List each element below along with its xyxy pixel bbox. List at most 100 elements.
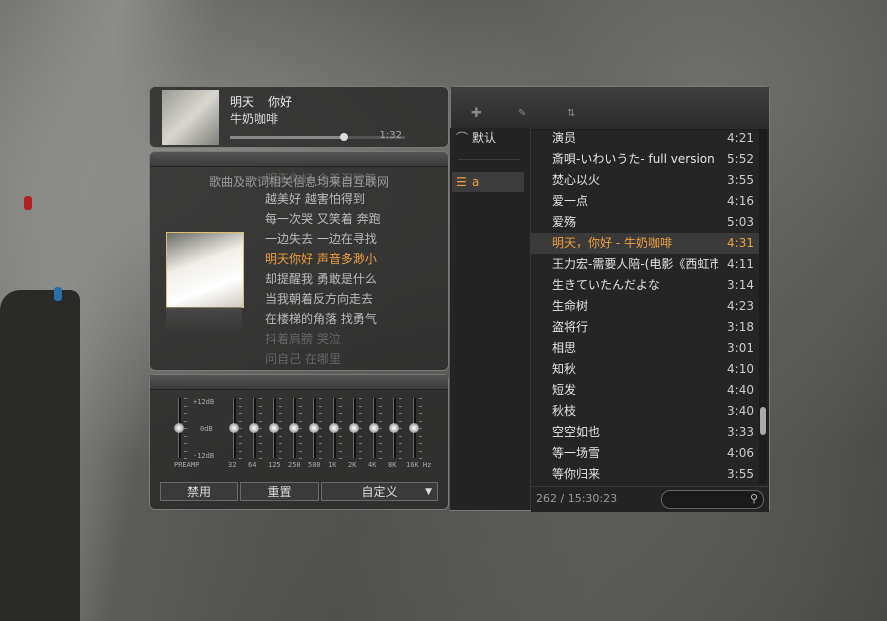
db-label-max: +12dB [193, 398, 215, 406]
eq-band-slider[interactable] [369, 398, 382, 459]
eq-preset-dropdown[interactable]: 自定义 ▼ [321, 482, 438, 501]
song-row[interactable]: 爱殇 5:03 [531, 212, 760, 233]
now-playing-title: 明天 你好 [230, 95, 293, 109]
lyric-line: 越美好 越害怕得到 [265, 192, 365, 206]
song-row[interactable]: 斎唄-いわいうた- full version 5:52 [531, 149, 760, 170]
song-row[interactable]: 空空如也 3:33 [531, 422, 760, 443]
eq-band-slider[interactable] [409, 398, 422, 459]
album-art [166, 232, 244, 308]
song-row[interactable]: 爱一点 4:16 [531, 191, 760, 212]
song-row[interactable]: 生きていたんだよな 3:14 [531, 275, 760, 296]
scrollbar-thumb[interactable] [760, 407, 766, 435]
song-duration: 3:14 [727, 278, 754, 292]
eq-band-slider[interactable] [309, 398, 322, 459]
song-duration: 3:33 [727, 425, 754, 439]
eq-band-label: 16K Hz [406, 461, 432, 469]
song-row[interactable]: 相思 3:01 [531, 338, 760, 359]
playlist-category-default[interactable]: ⌒ 默认 [452, 128, 496, 148]
progress-knob[interactable] [339, 133, 348, 141]
eq-band-label: 2K [348, 461, 357, 469]
playlist-footer: 262 / 15:30:23 ⚲ [531, 486, 769, 512]
lyrics-list: 明天你好 含着泪微笑 越美好 越害怕得到 每一次哭 又笑着 奔跑 一边失去 一边在寻找… [265, 169, 381, 369]
song-row[interactable]: 生命树 4:23 [531, 296, 760, 317]
eq-band-slider[interactable] [249, 398, 262, 459]
song-row[interactable]: 等一场雪 4:06 [531, 443, 760, 464]
song-title: 知秋 [552, 362, 577, 376]
eq-band-slider[interactable] [349, 398, 362, 459]
song-duration: 3:55 [727, 467, 754, 481]
db-label-min: -12dB [193, 452, 215, 460]
eq-band-slider[interactable] [269, 398, 282, 459]
song-title: 焚心以火 [552, 173, 601, 187]
eq-band-label: 250 [288, 461, 301, 469]
song-row[interactable]: 等你归来 3:55 [531, 464, 760, 485]
eq-band-slider[interactable] [229, 398, 242, 459]
song-title: 秋枝 [552, 404, 577, 418]
song-row[interactable]: 焚心以火 3:55 [531, 170, 760, 191]
pencil-icon[interactable]: ✎ [518, 108, 526, 119]
song-row[interactable]: 王力宏-需要人陪-(电影《西虹市 4:11 [531, 254, 760, 275]
song-title: 演员 [552, 131, 577, 145]
eq-preset-label: 自定义 [361, 485, 398, 499]
song-title: 空空如也 [552, 425, 601, 439]
climber-figure [54, 287, 62, 301]
lyric-line: 一边失去 一边在寻找 [265, 232, 377, 246]
eq-reset-button[interactable]: 重置 [240, 482, 319, 501]
search-icon[interactable]: ⚲ [750, 492, 758, 505]
eq-band-label: 8K [388, 461, 397, 469]
song-title: 相思 [552, 341, 577, 355]
song-row[interactable]: 短发 4:40 [531, 380, 760, 401]
song-title: 爱殇 [552, 215, 577, 229]
song-duration: 5:03 [727, 215, 754, 229]
slider-thumb[interactable] [409, 423, 419, 433]
slider-thumb[interactable] [389, 423, 399, 433]
song-duration: 4:16 [727, 194, 754, 208]
preamp-slider[interactable] [174, 398, 187, 459]
sidebar-divider [458, 159, 520, 160]
eq-disable-button[interactable]: 禁用 [160, 482, 238, 501]
elapsed-time: 1:32 [379, 130, 402, 141]
eq-band-label: 1K [328, 461, 337, 469]
eq-band-slider[interactable] [389, 398, 402, 459]
song-duration: 3:18 [727, 320, 754, 334]
lyric-line: 当我朝着反方向走去 [265, 292, 374, 306]
slider-thumb[interactable] [249, 423, 259, 433]
song-duration: 4:21 [727, 131, 754, 145]
slider-thumb[interactable] [309, 423, 319, 433]
eq-band-slider[interactable] [289, 398, 302, 459]
song-list-scrollbar[interactable] [759, 129, 767, 484]
playlist-category-a[interactable]: ☰ a [452, 172, 524, 192]
song-duration: 4:11 [727, 257, 754, 271]
eq-band-label: 64 [248, 461, 257, 469]
slider-thumb[interactable] [269, 423, 279, 433]
song-row[interactable]: 演员 4:21 [531, 128, 760, 149]
song-duration: 4:23 [727, 299, 754, 313]
song-row[interactable]: 知秋 4:10 [531, 359, 760, 380]
lyrics-panel: 明天你好 含着泪微笑 越美好 越害怕得到 每一次哭 又笑着 奔跑 一边失去 一边在寻找… [149, 151, 449, 371]
search-input[interactable]: ⚲ [661, 490, 764, 509]
song-row[interactable]: 秋枝 3:40 [531, 401, 760, 422]
lyric-line: 在楼梯的角落 找勇气 [265, 312, 377, 326]
lyric-line: 抖着肩膀 哭泣 [265, 332, 341, 346]
song-title: 生命树 [552, 299, 589, 313]
lyric-line: 每一次哭 又笑着 奔跑 [265, 212, 381, 226]
slider-thumb[interactable] [289, 423, 299, 433]
eq-band-slider[interactable] [329, 398, 342, 459]
song-duration: 4:31 [727, 236, 754, 250]
equalizer-titlebar[interactable] [150, 375, 448, 390]
slider-thumb[interactable] [174, 423, 184, 433]
song-row[interactable]: 明天，你好 ‐ 牛奶咖啡 4:31 [531, 233, 760, 254]
sort-icon[interactable]: ⇅ [567, 108, 575, 119]
song-title: 等一场雪 [552, 446, 601, 460]
slider-thumb[interactable] [369, 423, 379, 433]
slider-thumb[interactable] [229, 423, 239, 433]
song-row[interactable]: 盗将行 3:18 [531, 317, 760, 338]
plus-icon[interactable]: ✚ [471, 106, 482, 121]
climber-figure [24, 196, 32, 210]
album-cover-thumb[interactable] [162, 90, 219, 145]
song-title: 爱一点 [552, 194, 589, 208]
slider-thumb[interactable] [329, 423, 339, 433]
lyrics-titlebar[interactable] [150, 152, 448, 167]
slider-thumb[interactable] [349, 423, 359, 433]
preamp-label: PREAMP [174, 461, 200, 469]
